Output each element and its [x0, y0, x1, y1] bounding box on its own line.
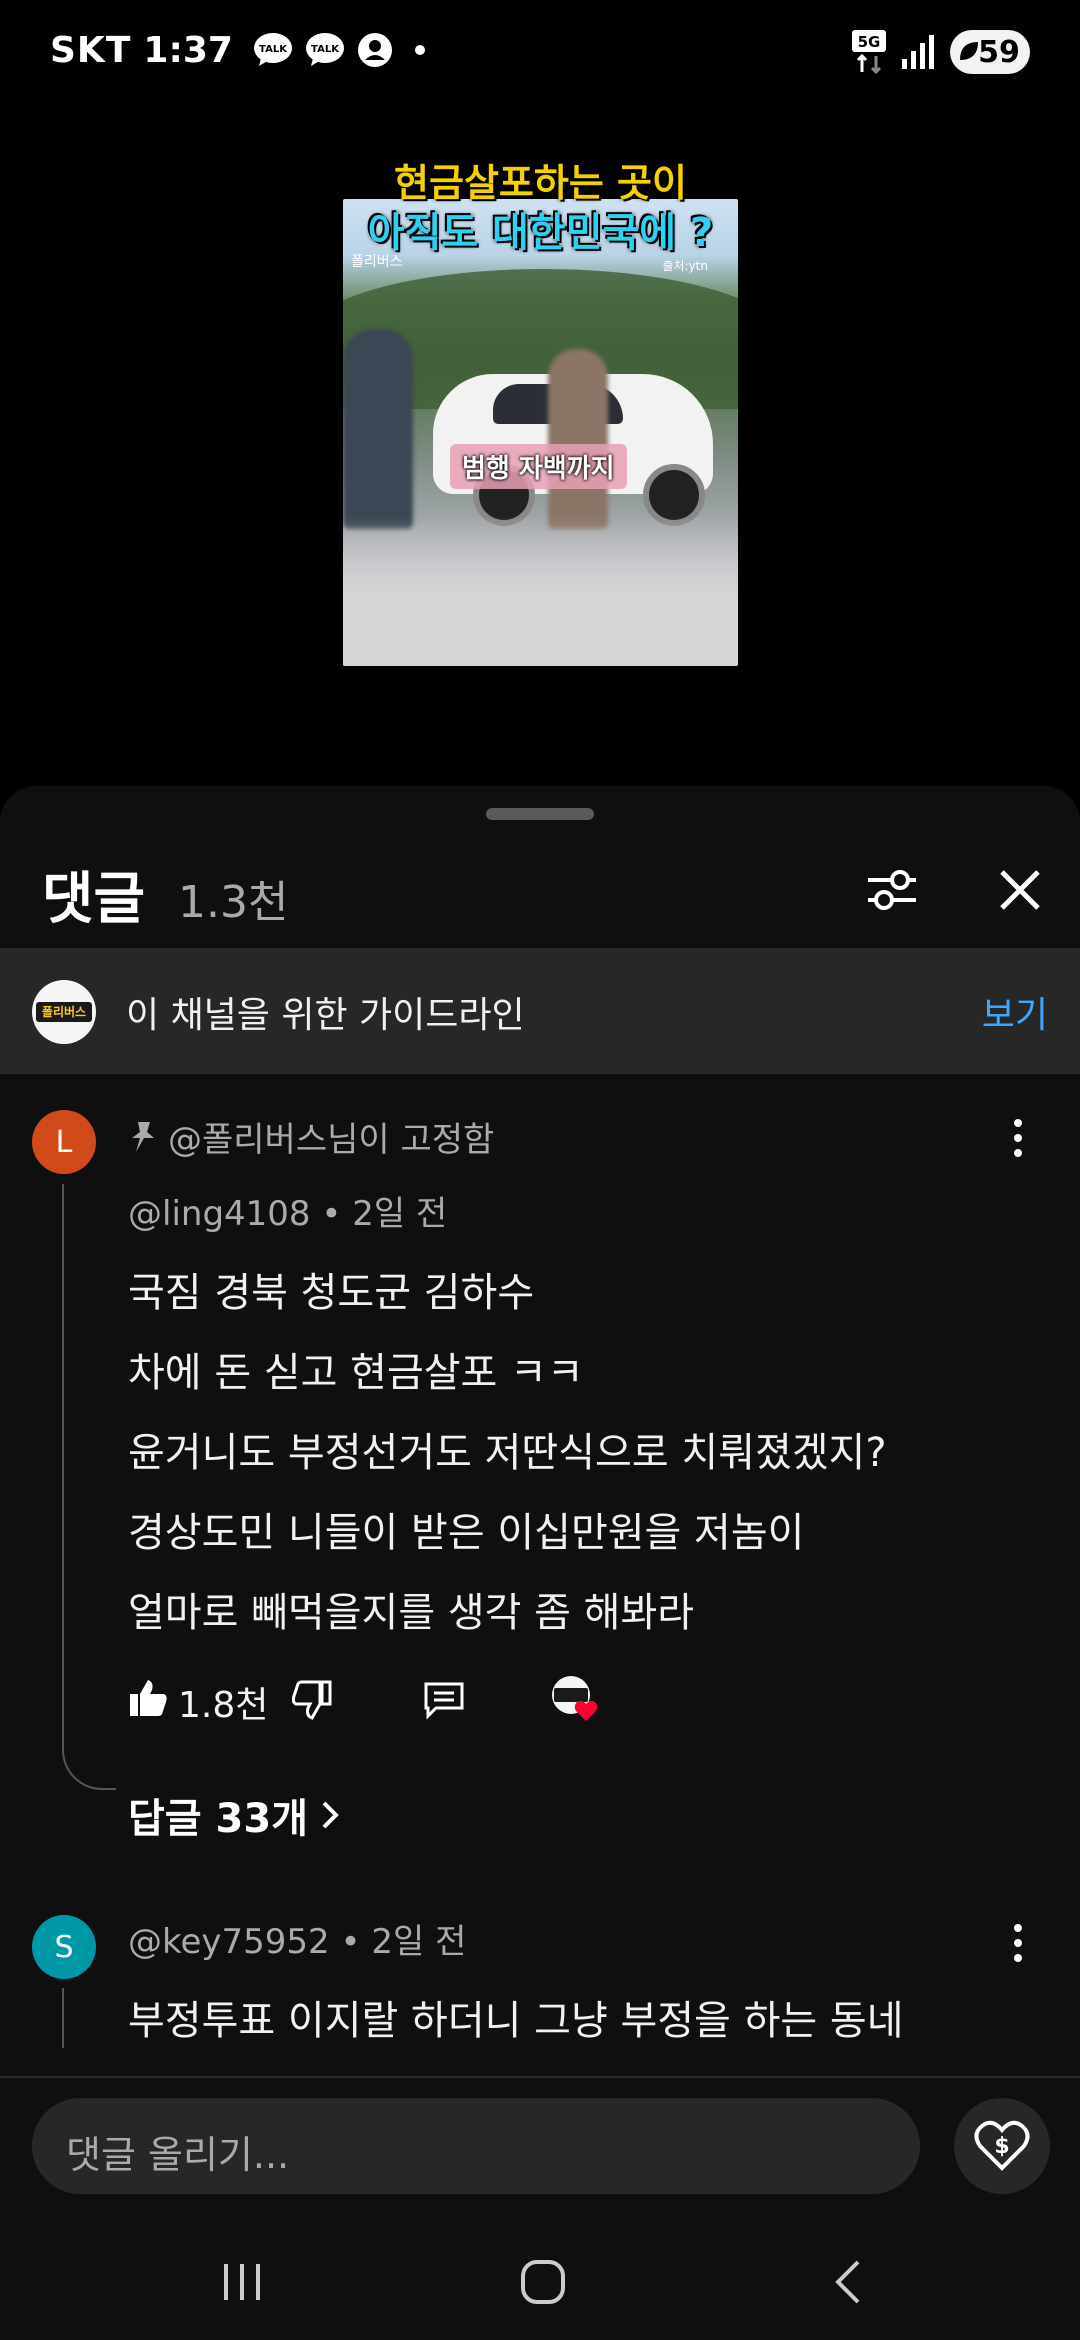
comment-input[interactable]: 댓글 올리기...: [32, 2098, 920, 2194]
close-icon[interactable]: [990, 860, 1050, 920]
thumb-person: [343, 329, 413, 529]
pinned-text: @폴리버스님이 고정함: [168, 1120, 495, 1160]
more-options-icon[interactable]: [998, 1108, 1038, 1168]
talk-icon: TALK: [253, 33, 292, 66]
comment-actions: 1.8천: [128, 1670, 628, 1730]
account-icon: [357, 33, 392, 67]
status-bar: SKT 1:37 TALK TALK 5G 59: [0, 0, 1080, 100]
view-replies-button[interactable]: 답글 33개: [128, 1786, 340, 1844]
avatar[interactable]: L: [32, 1110, 96, 1174]
comment-line: 얼마로 빼먹을지를 생각 좀 해봐라: [128, 1590, 695, 1636]
svg-text:TALK: TALK: [259, 44, 288, 55]
pin-icon: [132, 1121, 154, 1152]
signal-icon: [902, 35, 934, 69]
comments-title: 댓글: [42, 867, 146, 932]
comments-sheet: 댓글 1.3천 폴리버스 이 채널을 위한 가이드라인 보기 L @폴리버스님이…: [0, 786, 1080, 2340]
drag-handle[interactable]: [486, 808, 594, 820]
like-icon[interactable]: [128, 1678, 168, 1718]
guideline-view-link[interactable]: 보기: [982, 986, 1048, 1038]
comment-line: 경상도민 니들이 받은 이십만원을 저놈이: [128, 1510, 805, 1556]
creator-heart-badge: [552, 1676, 600, 1724]
system-nav-bar: [0, 2232, 1080, 2340]
clock: 1:37: [143, 29, 233, 71]
leaf-icon: [960, 42, 978, 60]
notification-dot: [414, 45, 425, 55]
heart-icon: [574, 1700, 598, 1721]
avatar[interactable]: S: [32, 1915, 96, 1979]
carrier-label: SKT: [50, 29, 132, 71]
talk-icon: TALK: [305, 33, 344, 66]
comments-header: 댓글 1.3천: [0, 836, 1080, 950]
channel-logo-text: 폴리버스: [36, 1002, 92, 1022]
replies-count-label: 답글 33개: [128, 1796, 308, 1842]
more-options-icon[interactable]: [998, 1913, 1038, 1973]
video-thumbnail[interactable]: 폴리버스 출처:ytn 범행 자백까지: [343, 199, 738, 666]
pinned-label: @폴리버스님이 고정함: [128, 1112, 494, 1161]
sort-filter-icon[interactable]: [862, 860, 922, 920]
like-count: 1.8천: [178, 1685, 269, 1726]
recent-apps-icon[interactable]: [218, 2260, 266, 2304]
comment-line: 윤거니도 부정선거도 저딴식으로 치뤄졌겠지?: [128, 1430, 887, 1476]
thread-line: [62, 1988, 64, 2048]
comment-line: 차에 돈 싣고 현금살포 ㅋㅋ: [128, 1350, 584, 1396]
thread-line: [62, 1184, 116, 1790]
video-title-line2: 아직도 대한민국에 ?: [367, 210, 714, 256]
thumb-person: [548, 349, 608, 529]
video-caption: 범행 자백까지: [450, 444, 627, 489]
comment-composer: 댓글 올리기... $: [0, 2076, 1080, 2340]
video-title-line1: 현금살포하는 곳이: [394, 161, 687, 205]
comment-meta: @ling4108 • 2일 전: [128, 1194, 448, 1234]
channel-guideline-banner[interactable]: 폴리버스 이 채널을 위한 가이드라인 보기: [0, 950, 1080, 1074]
battery-indicator: 59: [950, 30, 1030, 74]
svg-text:TALK: TALK: [311, 44, 340, 55]
dislike-icon[interactable]: [292, 1680, 332, 1720]
back-icon[interactable]: [826, 2258, 874, 2306]
comment-meta: @key75952 • 2일 전: [128, 1922, 467, 1962]
reply-icon[interactable]: [422, 1680, 466, 1720]
comment-line: 국짐 경북 청도군 김하수: [128, 1270, 535, 1316]
comment-input-placeholder: 댓글 올리기...: [66, 2133, 290, 2177]
channel-avatar: 폴리버스: [32, 980, 96, 1044]
thumb-fade: [343, 516, 738, 666]
svg-text:5G: 5G: [858, 33, 881, 51]
comment-line: 부정투표 이지랄 하더니 그냥 부정을 하는 동네: [128, 1998, 904, 2044]
chevron-right-icon: [322, 1801, 339, 1829]
comments-count: 1.3천: [178, 877, 289, 928]
heart-dollar-icon: $: [974, 2120, 1030, 2171]
network-5g-icon: 5G: [852, 30, 886, 74]
svg-text:$: $: [994, 2134, 1009, 2159]
battery-level: 59: [978, 34, 1020, 70]
guideline-text: 이 채널을 위한 가이드라인: [126, 995, 525, 1036]
home-icon[interactable]: [519, 2258, 567, 2306]
watermark-right: 출처:ytn: [662, 259, 708, 273]
video-player[interactable]: 폴리버스 출처:ytn 범행 자백까지 현금살포하는 곳이 아직도 대한민국에 …: [0, 100, 1080, 790]
super-thanks-button[interactable]: $: [954, 2098, 1050, 2194]
